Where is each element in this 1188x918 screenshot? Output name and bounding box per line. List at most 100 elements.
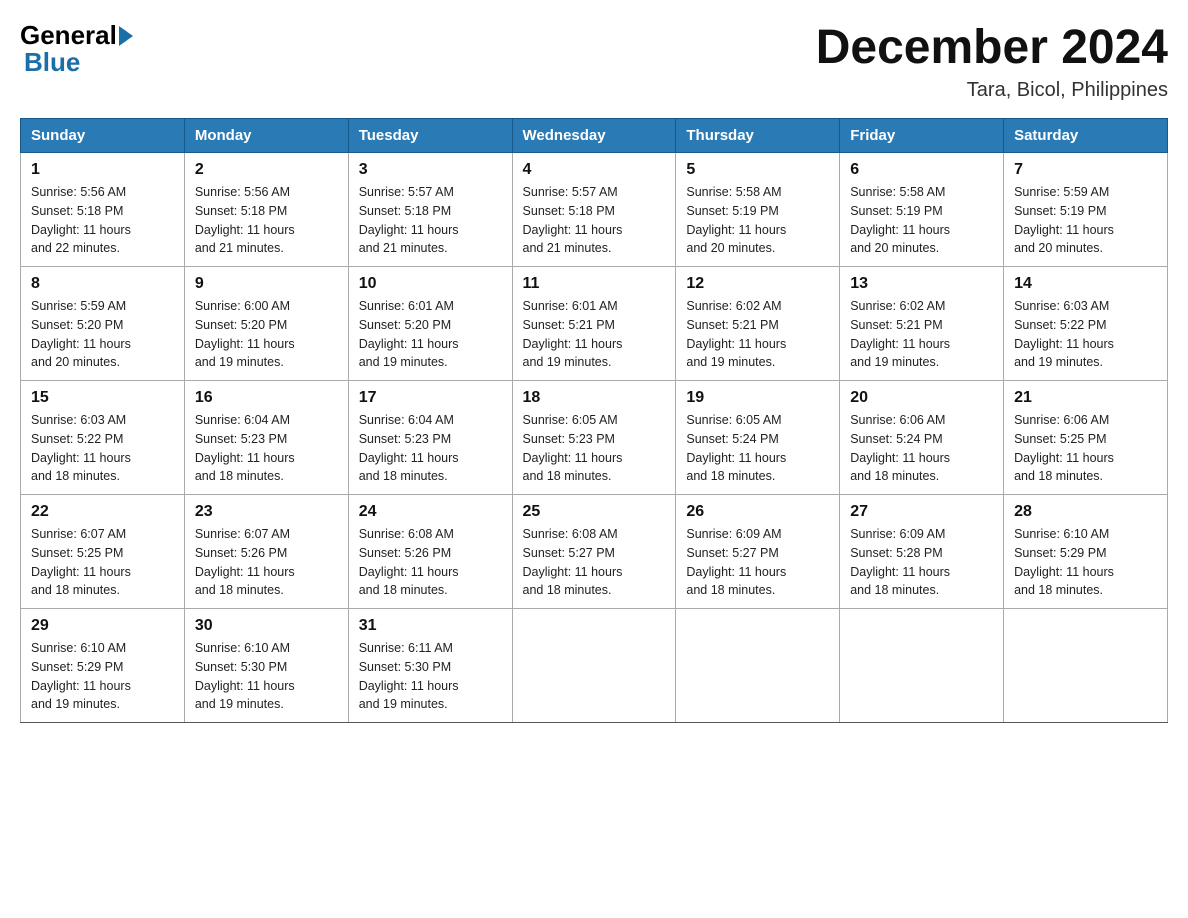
day-number: 22 [31, 503, 174, 521]
calendar-cell: 23Sunrise: 6:07 AMSunset: 5:26 PMDayligh… [184, 495, 348, 609]
weekday-header-monday: Monday [184, 119, 348, 153]
day-number: 11 [523, 275, 666, 293]
calendar-cell: 31 Sunrise: 6:11 AMSunset: 5:30 PMDayligh… [348, 609, 512, 723]
month-title: December 2024 [816, 20, 1168, 75]
day-number: 19 [686, 389, 829, 407]
day-number: 10 [359, 275, 502, 293]
day-number: 2 [195, 161, 338, 179]
day-info: Sunrise: 6:06 AMSunset: 5:24 PMDaylight:… [850, 411, 993, 486]
calendar-cell [1004, 609, 1168, 723]
day-info: Sunrise: 5:59 AMSunset: 5:20 PMDaylight:… [31, 297, 174, 372]
calendar-cell: 25 Sunrise: 6:08 AMSunset: 5:27 PMDayligh… [512, 495, 676, 609]
day-info: Sunrise: 5:56 AMSunset: 5:18 PMDaylight:… [31, 183, 174, 258]
day-number: 26 [686, 503, 829, 521]
weekday-header-saturday: Saturday [1004, 119, 1168, 153]
calendar-cell: 27Sunrise: 6:09 AMSunset: 5:28 PMDayligh… [840, 495, 1004, 609]
weekday-header-thursday: Thursday [676, 119, 840, 153]
day-number: 20 [850, 389, 993, 407]
calendar-cell: 20 Sunrise: 6:06 AMSunset: 5:24 PMDayligh… [840, 381, 1004, 495]
calendar-cell: 14 Sunrise: 6:03 AMSunset: 5:22 PMDayligh… [1004, 267, 1168, 381]
day-number: 9 [195, 275, 338, 293]
calendar-cell: 5Sunrise: 5:58 AMSunset: 5:19 PMDaylight… [676, 153, 840, 267]
day-info: Sunrise: 6:11 AMSunset: 5:30 PMDaylight:… [359, 639, 502, 714]
day-info: Sunrise: 6:01 AMSunset: 5:20 PMDaylight:… [359, 297, 502, 372]
calendar-week-row: 1 Sunrise: 5:56 AMSunset: 5:18 PMDaylight… [21, 153, 1168, 267]
calendar-week-row: 8 Sunrise: 5:59 AMSunset: 5:20 PMDaylight… [21, 267, 1168, 381]
calendar-cell: 13Sunrise: 6:02 AMSunset: 5:21 PMDayligh… [840, 267, 1004, 381]
day-info: Sunrise: 5:59 AMSunset: 5:19 PMDaylight:… [1014, 183, 1157, 258]
day-number: 29 [31, 617, 174, 635]
page-header: General Blue December 2024 Tara, Bicol, … [20, 20, 1168, 102]
day-number: 16 [195, 389, 338, 407]
calendar-cell: 30Sunrise: 6:10 AMSunset: 5:30 PMDayligh… [184, 609, 348, 723]
day-info: Sunrise: 6:09 AMSunset: 5:27 PMDaylight:… [686, 525, 829, 600]
calendar-cell: 28 Sunrise: 6:10 AMSunset: 5:29 PMDayligh… [1004, 495, 1168, 609]
day-number: 27 [850, 503, 993, 521]
day-info: Sunrise: 6:03 AMSunset: 5:22 PMDaylight:… [31, 411, 174, 486]
day-number: 24 [359, 503, 502, 521]
calendar-cell: 2 Sunrise: 5:56 AMSunset: 5:18 PMDaylight… [184, 153, 348, 267]
calendar-cell: 18Sunrise: 6:05 AMSunset: 5:23 PMDayligh… [512, 381, 676, 495]
calendar-cell: 4Sunrise: 5:57 AMSunset: 5:18 PMDaylight… [512, 153, 676, 267]
day-info: Sunrise: 5:57 AMSunset: 5:18 PMDaylight:… [359, 183, 502, 258]
calendar-cell: 9 Sunrise: 6:00 AMSunset: 5:20 PMDaylight… [184, 267, 348, 381]
calendar-cell: 26 Sunrise: 6:09 AMSunset: 5:27 PMDayligh… [676, 495, 840, 609]
calendar-cell: 12 Sunrise: 6:02 AMSunset: 5:21 PMDayligh… [676, 267, 840, 381]
day-info: Sunrise: 6:08 AMSunset: 5:27 PMDaylight:… [523, 525, 666, 600]
day-number: 12 [686, 275, 829, 293]
day-number: 18 [523, 389, 666, 407]
day-number: 14 [1014, 275, 1157, 293]
day-info: Sunrise: 6:10 AMSunset: 5:29 PMDaylight:… [31, 639, 174, 714]
day-number: 21 [1014, 389, 1157, 407]
day-info: Sunrise: 5:56 AMSunset: 5:18 PMDaylight:… [195, 183, 338, 258]
day-info: Sunrise: 5:57 AMSunset: 5:18 PMDaylight:… [523, 183, 666, 258]
calendar-cell: 10 Sunrise: 6:01 AMSunset: 5:20 PMDayligh… [348, 267, 512, 381]
weekday-header-tuesday: Tuesday [348, 119, 512, 153]
calendar-cell [512, 609, 676, 723]
calendar-table: SundayMondayTuesdayWednesdayThursdayFrid… [20, 118, 1168, 723]
day-number: 7 [1014, 161, 1157, 179]
day-number: 6 [850, 161, 993, 179]
calendar-cell: 3 Sunrise: 5:57 AMSunset: 5:18 PMDaylight… [348, 153, 512, 267]
day-info: Sunrise: 5:58 AMSunset: 5:19 PMDaylight:… [686, 183, 829, 258]
day-info: Sunrise: 6:02 AMSunset: 5:21 PMDaylight:… [686, 297, 829, 372]
calendar-cell: 8 Sunrise: 5:59 AMSunset: 5:20 PMDaylight… [21, 267, 185, 381]
location-title: Tara, Bicol, Philippines [816, 79, 1168, 102]
calendar-cell: 6 Sunrise: 5:58 AMSunset: 5:19 PMDaylight… [840, 153, 1004, 267]
calendar-week-row: 15 Sunrise: 6:03 AMSunset: 5:22 PMDayligh… [21, 381, 1168, 495]
day-number: 1 [31, 161, 174, 179]
day-number: 8 [31, 275, 174, 293]
day-info: Sunrise: 6:10 AMSunset: 5:29 PMDaylight:… [1014, 525, 1157, 600]
day-info: Sunrise: 6:07 AMSunset: 5:26 PMDaylight:… [195, 525, 338, 600]
day-number: 3 [359, 161, 502, 179]
weekday-header-sunday: Sunday [21, 119, 185, 153]
calendar-week-row: 22Sunrise: 6:07 AMSunset: 5:25 PMDayligh… [21, 495, 1168, 609]
calendar-cell: 1 Sunrise: 5:56 AMSunset: 5:18 PMDaylight… [21, 153, 185, 267]
calendar-cell: 22Sunrise: 6:07 AMSunset: 5:25 PMDayligh… [21, 495, 185, 609]
calendar-cell: 11 Sunrise: 6:01 AMSunset: 5:21 PMDayligh… [512, 267, 676, 381]
day-info: Sunrise: 6:00 AMSunset: 5:20 PMDaylight:… [195, 297, 338, 372]
logo: General Blue [20, 20, 135, 78]
calendar-cell [840, 609, 1004, 723]
day-info: Sunrise: 6:03 AMSunset: 5:22 PMDaylight:… [1014, 297, 1157, 372]
day-info: Sunrise: 6:01 AMSunset: 5:21 PMDaylight:… [523, 297, 666, 372]
calendar-cell: 29 Sunrise: 6:10 AMSunset: 5:29 PMDayligh… [21, 609, 185, 723]
day-info: Sunrise: 5:58 AMSunset: 5:19 PMDaylight:… [850, 183, 993, 258]
day-info: Sunrise: 6:05 AMSunset: 5:24 PMDaylight:… [686, 411, 829, 486]
day-info: Sunrise: 6:04 AMSunset: 5:23 PMDaylight:… [359, 411, 502, 486]
calendar-cell: 17 Sunrise: 6:04 AMSunset: 5:23 PMDayligh… [348, 381, 512, 495]
day-number: 25 [523, 503, 666, 521]
logo-arrow-icon [119, 26, 133, 46]
day-number: 28 [1014, 503, 1157, 521]
calendar-cell: 24Sunrise: 6:08 AMSunset: 5:26 PMDayligh… [348, 495, 512, 609]
day-info: Sunrise: 6:02 AMSunset: 5:21 PMDaylight:… [850, 297, 993, 372]
weekday-header-wednesday: Wednesday [512, 119, 676, 153]
weekday-header-row: SundayMondayTuesdayWednesdayThursdayFrid… [21, 119, 1168, 153]
day-number: 15 [31, 389, 174, 407]
day-number: 31 [359, 617, 502, 635]
day-number: 17 [359, 389, 502, 407]
day-info: Sunrise: 6:04 AMSunset: 5:23 PMDaylight:… [195, 411, 338, 486]
calendar-cell: 16 Sunrise: 6:04 AMSunset: 5:23 PMDayligh… [184, 381, 348, 495]
calendar-week-row: 29 Sunrise: 6:10 AMSunset: 5:29 PMDayligh… [21, 609, 1168, 723]
calendar-cell: 15 Sunrise: 6:03 AMSunset: 5:22 PMDayligh… [21, 381, 185, 495]
